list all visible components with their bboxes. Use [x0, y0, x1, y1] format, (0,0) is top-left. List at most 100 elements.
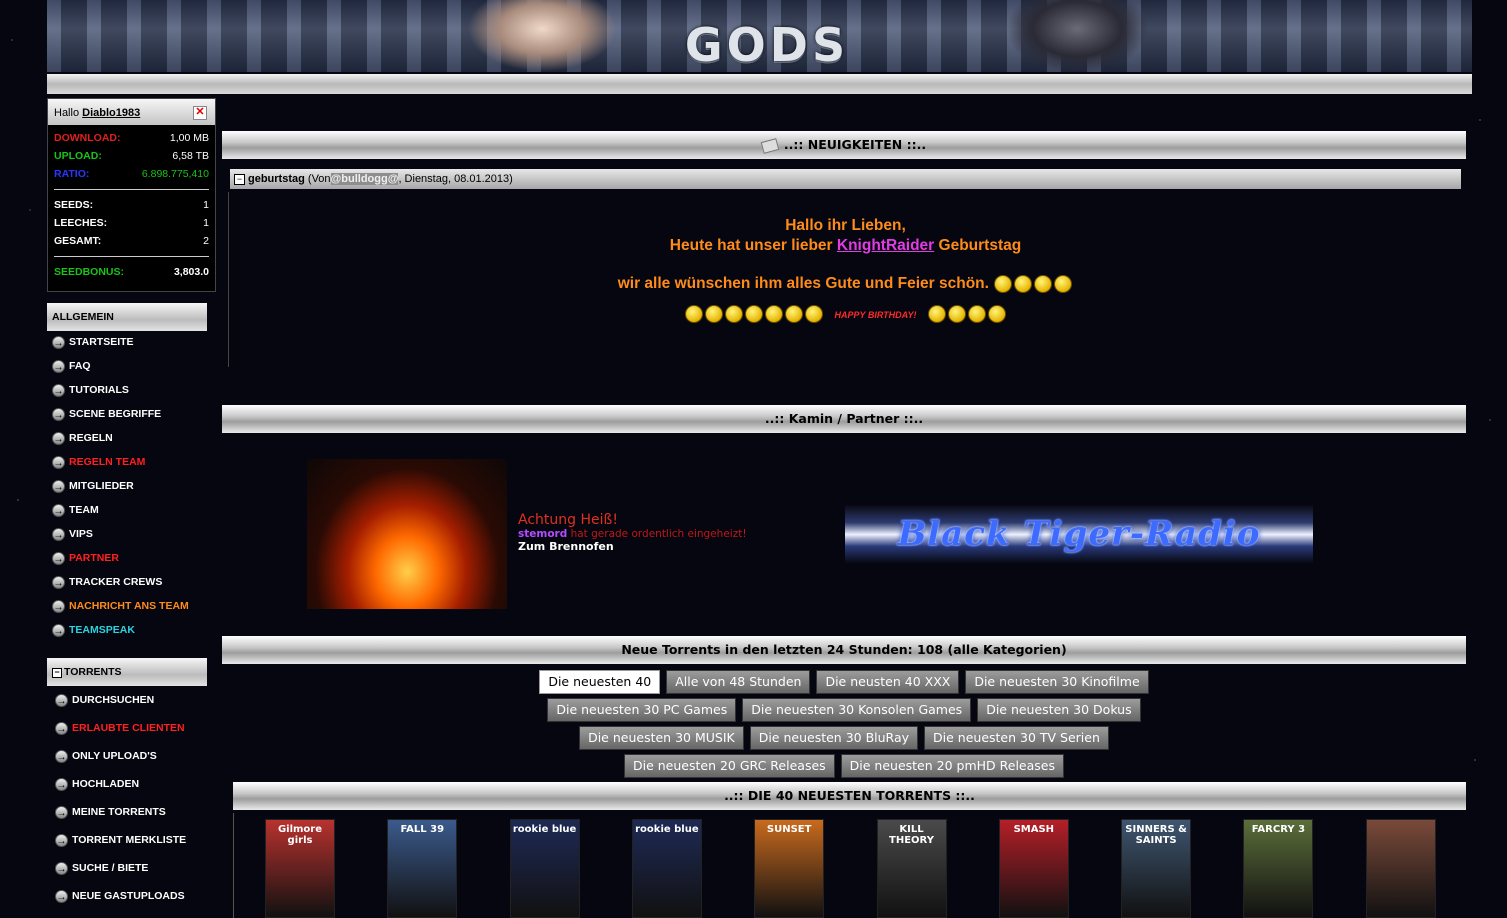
torrent-tab[interactable]: Die neuesten 30 MUSIK [579, 726, 744, 750]
torrent-poster[interactable]: KILL THEORY [876, 819, 947, 918]
user-greeting: Hallo Diablo1983 ✕ [48, 99, 215, 125]
sidebar-item-label: Suche / Biete [72, 862, 149, 874]
news-line-1: Hallo ihr Lieben, [785, 217, 906, 234]
torrent-tab[interactable]: Die neuesten 30 Dokus [977, 698, 1141, 722]
sidebar-item-scene-begriffe[interactable]: → Scene Begriffe [47, 402, 216, 426]
smiley-icon [685, 305, 704, 324]
stat-label: Ratio: [54, 168, 90, 180]
torrent-tab[interactable]: Die neuesten 30 PC Games [547, 698, 737, 722]
smiley-icon [805, 305, 824, 324]
torrent-poster[interactable]: SINNERS & SAINTS [1121, 819, 1192, 918]
divider [54, 256, 209, 257]
torrent-tab[interactable]: Die neuesten 20 GRC Releases [623, 754, 835, 778]
sidebar-item-mitglieder[interactable]: → Mitglieder [47, 474, 216, 498]
smiley-icon [745, 305, 764, 324]
sidebar-item-label: Meine Torrents [72, 806, 166, 818]
arrow-right-icon: → [55, 861, 68, 875]
site-logo[interactable]: GODS [647, 20, 887, 70]
user-stats-box: Hallo Diablo1983 ✕ Download: 1,00 MB Uploa… [47, 98, 216, 292]
torrent-tab[interactable]: Die neuesten 30 Kinofilme [965, 670, 1149, 694]
sidebar-item-partner[interactable]: → Partner [47, 546, 216, 570]
sidebar-item-meine-torrents[interactable]: → Meine Torrents [47, 798, 216, 826]
torrent-poster[interactable]: rookie blue [509, 819, 580, 918]
arrow-right-icon: → [55, 889, 68, 903]
sidebar-item-regeln[interactable]: → Regeln [47, 426, 216, 450]
torrent-tab[interactable]: Die neuesten 30 TV Serien [924, 726, 1109, 750]
tab-row: Die neuesten 30 MUSIK Die neuesten 30 Blu… [222, 726, 1466, 754]
torrent-poster[interactable]: Gilmore girls [265, 819, 335, 918]
sidebar-item-erlaubte-clienten[interactable]: → Erlaubte Clienten [47, 714, 216, 742]
radio-partner-banner[interactable]: Black Tiger-Radio [845, 505, 1313, 564]
torrent-tab[interactable]: Die neuesten 40 [539, 670, 661, 694]
sidebar-item-label: Hochladen [72, 778, 140, 790]
latest-torrents-title-bar: ..:: DIE 40 NEUESTEN TORRENTS ::.. [233, 782, 1466, 810]
news-meta-prefix: (Von [307, 173, 331, 185]
birthday-user-link[interactable]: KnightRaider [837, 237, 934, 254]
sidebar-item-regeln-team[interactable]: → Regeln Team [47, 450, 216, 474]
news-line-2-prefix: Heute hat unser lieber [669, 237, 833, 254]
count-value: 1 [203, 199, 209, 211]
stat-value: 6,58 TB [172, 150, 209, 162]
sidebar-item-tracker-crews[interactable]: → Tracker Crews [47, 570, 216, 594]
news-item-header[interactable]: − geburtstag (Von@bulldogg@, Dienstag, 08… [230, 169, 1461, 189]
transfer-stats: Download: 1,00 MB Upload: 6,58 TB Ratio: 6.89… [48, 129, 215, 183]
torrent-tab[interactable]: Alle von 48 Stunden [666, 670, 811, 694]
smiley-icon [725, 305, 744, 324]
torrent-tab[interactable]: Die neuesten 20 pmHD Releases [840, 754, 1064, 778]
smiley-icon [967, 305, 986, 324]
sidebar-item-vips[interactable]: → VIPs [47, 522, 216, 546]
seedbonus-label: Seedbonus: [54, 266, 125, 278]
sidebar-item-label: Startseite [69, 336, 134, 348]
sidebar-item-neue-gastuploads[interactable]: → Neue Gastuploads [47, 882, 216, 910]
sidebar-item-team[interactable]: → Team [47, 498, 216, 522]
sidebar-item-torrent-merkliste[interactable]: → Torrent Merkliste [47, 826, 216, 854]
torrent-poster[interactable]: SMASH [998, 819, 1069, 918]
torrent-poster[interactable]: FALL 39 [387, 819, 458, 918]
fireplace-user[interactable]: stemord [518, 528, 567, 540]
count-row: Leeches: 1 [48, 214, 215, 232]
sidebar-item-startseite[interactable]: → Startseite [47, 330, 216, 354]
news-title-bar: ..:: NEUIGKEITEN ::.. [222, 131, 1466, 159]
torrent-tab[interactable]: Die neusten 40 XXX [816, 670, 960, 694]
radio-banner-text: Black Tiger-Radio [897, 514, 1261, 554]
collapse-icon[interactable]: − [52, 668, 62, 678]
sidebar-item-suche-biete[interactable]: → Suche / Biete [47, 854, 216, 882]
tab-row: Die neuesten 30 PC Games Die neuesten 30 … [222, 698, 1466, 726]
fireplace-link[interactable]: Zum Brennofen [518, 540, 747, 553]
section-allgemein-header[interactable]: Allgemein [47, 303, 207, 331]
collapse-icon[interactable]: − [234, 173, 245, 185]
sidebar-item-hochladen[interactable]: → Hochladen [47, 770, 216, 798]
news-author[interactable]: @bulldogg@ [330, 173, 399, 185]
torrent-poster[interactable]: rookie blue [631, 819, 702, 918]
logout-close-icon[interactable]: ✕ [193, 106, 207, 120]
torrent-tab[interactable]: Die neuesten 30 Konsolen Games [742, 698, 972, 722]
site-banner: GODS [47, 0, 1472, 72]
poster-title: SINNERS & SAINTS [1125, 824, 1187, 846]
sidebar-item-nachricht-ans-team[interactable]: → Nachricht ans Team [47, 594, 216, 618]
news-line-2: Heute hat unser lieber KnightRaider Gebu… [229, 237, 1462, 255]
arrow-right-icon: → [52, 527, 65, 541]
seedbonus-row[interactable]: Seedbonus: 3,803.0 [48, 263, 215, 281]
fireplace-image[interactable] [307, 459, 507, 609]
torrent-poster[interactable]: SUNSET [754, 819, 825, 918]
greeting-text: Hallo [54, 107, 80, 119]
stat-label: Upload: [54, 150, 102, 162]
sidebar-item-durchsuchen[interactable]: → Durchsuchen [47, 686, 216, 714]
torrent-poster[interactable]: FARCRY 3 [1243, 819, 1314, 918]
username-link[interactable]: Diablo1983 [82, 107, 140, 119]
news-body: Hallo ihr Lieben, Heute hat unser lieber… [228, 192, 1462, 367]
banner-figure-left [467, 0, 617, 72]
smiley-icon [765, 305, 784, 324]
allgemein-menu: → Startseite → FAQ → Tutorials → Scene Begriffe… [47, 330, 216, 642]
sidebar-item-tutorials[interactable]: → Tutorials [47, 378, 216, 402]
torrents-title-bar: Neue Torrents in den letzten 24 Stunden:… [222, 636, 1466, 664]
sidebar-item-label: Scene Begriffe [69, 408, 162, 420]
sidebar-item-only-upload-s[interactable]: → Only Upload's [47, 742, 216, 770]
sidebar-item-faq[interactable]: → FAQ [47, 354, 216, 378]
sidebar-item-teamspeak[interactable]: → Teamspeak [47, 618, 216, 642]
arrow-right-icon: → [55, 721, 68, 735]
torrent-tab[interactable]: Die neuesten 30 BluRay [749, 726, 919, 750]
smiley-icon [785, 305, 804, 324]
torrent-poster[interactable] [1365, 819, 1436, 918]
section-torrents-header[interactable]: − Torrents [47, 658, 207, 686]
